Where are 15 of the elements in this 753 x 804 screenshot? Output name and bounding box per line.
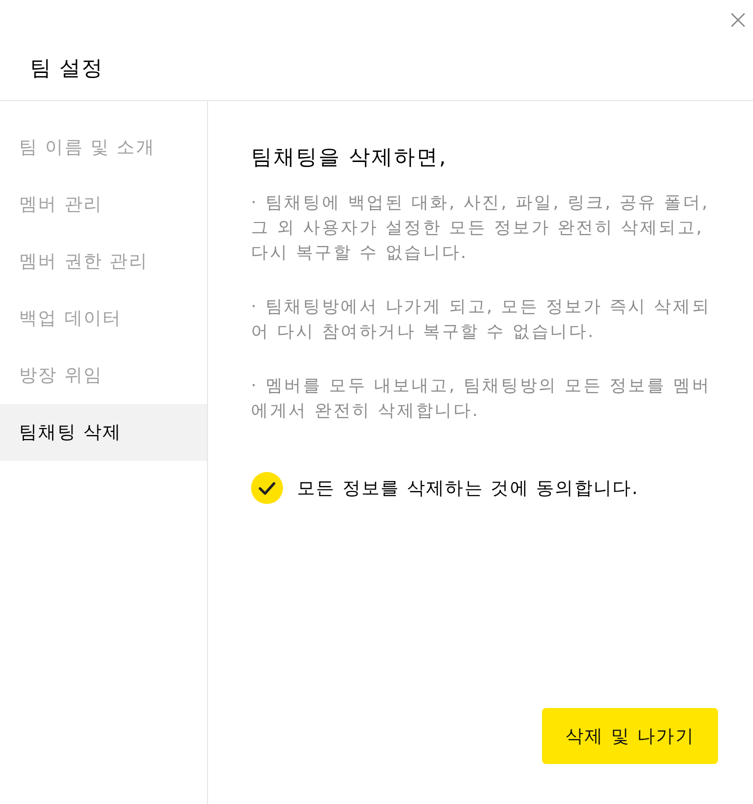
section-heading: 팀채팅을 삭제하면,	[251, 144, 448, 171]
notice-paragraph: · 멤버를 모두 내보내고, 팀채팅방의 모든 정보를 멤버에게서 완전히 삭제합니다.	[251, 375, 712, 423]
agreement-label: 모든 정보를 삭제하는 것에 동의합니다.	[297, 477, 639, 500]
checkbox-icon[interactable]	[251, 472, 283, 504]
notice-paragraph: · 팀채팅에 백업된 대화, 사진, 파일, 링크, 공유 폴더, 그 외 사용자가 설정한 모든 정보가 완전히 삭제되고, 다시 복구할 수 없습니다.	[251, 192, 710, 265]
close-icon[interactable]	[730, 12, 746, 28]
sidebar-item[interactable]: 방장 위임	[0, 347, 207, 404]
notice-paragraph: · 팀채팅방에서 나가게 되고, 모든 정보가 즉시 삭제되어 다시 참여하거나 복구할 수 없습니다.	[251, 296, 712, 344]
delete-and-leave-button[interactable]: 삭제 및 나가기	[542, 708, 718, 764]
sidebar-item[interactable]: 백업 데이터	[0, 290, 207, 347]
sidebar-item[interactable]: 멤버 관리	[0, 176, 207, 233]
sidebar-item[interactable]: 멤버 권한 관리	[0, 233, 207, 290]
dialog-title: 팀 설정	[30, 55, 104, 82]
sidebar-item[interactable]: 팀 이름 및 소개	[0, 119, 207, 176]
sidebar-item[interactable]: 팀채팅 삭제	[0, 404, 207, 461]
